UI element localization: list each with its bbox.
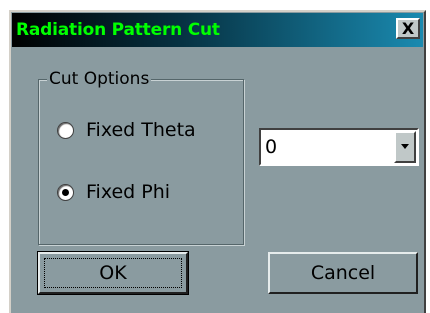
cut-options-group: Cut Options Fixed Theta Fixed Phi bbox=[38, 68, 244, 245]
cancel-button[interactable]: Cancel bbox=[268, 252, 418, 294]
fixed-phi-radio[interactable]: Fixed Phi bbox=[57, 181, 170, 203]
fixed-theta-radio[interactable]: Fixed Theta bbox=[57, 119, 196, 141]
fixed-phi-label[interactable]: Fixed Phi bbox=[86, 181, 170, 203]
radio-checked-icon[interactable] bbox=[57, 183, 74, 201]
cancel-button-label: Cancel bbox=[310, 262, 376, 284]
window-title: Radiation Pattern Cut bbox=[16, 20, 220, 40]
radiation-pattern-cut-dialog: Radiation Pattern Cut X Cut Options Fixe… bbox=[9, 10, 426, 313]
dropdown-button[interactable] bbox=[394, 131, 416, 163]
chevron-down-icon bbox=[401, 144, 409, 149]
fixed-theta-label[interactable]: Fixed Theta bbox=[86, 119, 196, 141]
radio-unchecked-icon[interactable] bbox=[57, 121, 74, 139]
cut-options-legend: Cut Options bbox=[47, 68, 152, 90]
ok-button[interactable]: OK bbox=[37, 251, 189, 295]
angle-value-dropdown[interactable]: 0 bbox=[259, 128, 419, 166]
focus-rectangle bbox=[44, 258, 182, 288]
title-bar[interactable]: Radiation Pattern Cut X bbox=[12, 13, 423, 47]
angle-value-text[interactable]: 0 bbox=[265, 136, 277, 158]
close-button[interactable]: X bbox=[396, 18, 420, 39]
close-icon: X bbox=[401, 18, 415, 38]
